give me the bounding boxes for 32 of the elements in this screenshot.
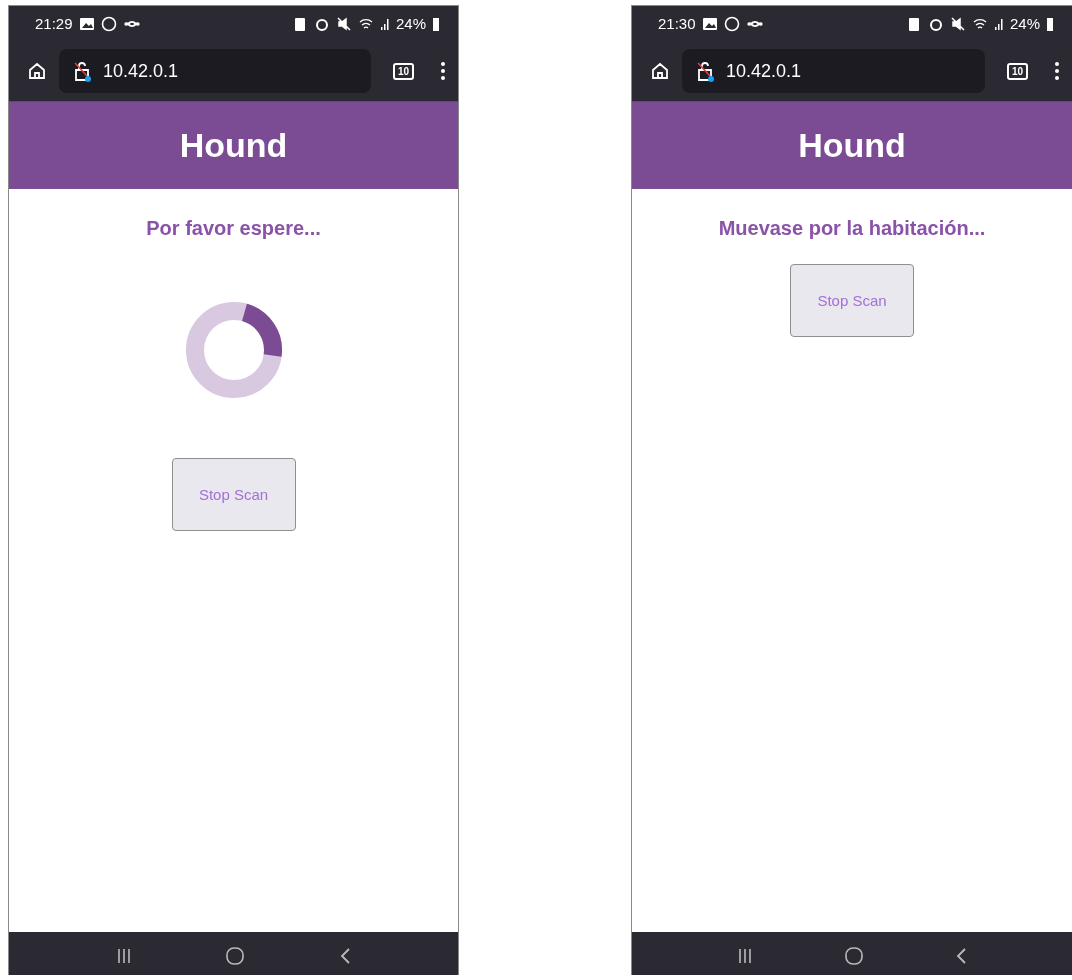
home-button-icon[interactable] [225,946,246,966]
recent-apps-icon[interactable] [115,947,132,965]
url-text: 10.42.0.1 [726,60,802,82]
app-title: Hound [179,126,288,165]
status-time: 21:30 [658,15,696,32]
home-icon[interactable] [27,61,47,81]
unlocked-padlock-icon [71,60,93,82]
mute-icon [949,15,966,32]
gallery-icon [701,15,718,32]
home-icon[interactable] [650,61,670,81]
recent-apps-icon[interactable] [737,947,754,965]
url-text: 10.42.0.1 [103,60,179,82]
battery-percent: 24% [395,15,426,32]
unlocked-padlock-icon [694,60,716,82]
more-menu-icon[interactable] [440,60,446,82]
back-icon[interactable] [339,947,352,965]
app-title: Hound [798,126,906,165]
status-message: Muevase por la habitación... [718,217,986,240]
mute-icon [335,15,352,32]
battery-percent: 24% [1009,15,1040,32]
status-time: 21:29 [35,15,73,32]
status-message: Por favor espere... [146,217,321,240]
battery-icon [1046,15,1054,32]
tab-count-button[interactable]: 10 [392,62,414,80]
gallery-icon [78,15,95,32]
url-bar[interactable]: 10.42.0.1 [682,49,985,93]
home-button-icon[interactable] [844,946,864,966]
more-menu-icon[interactable] [1054,60,1060,82]
battery-icon [432,15,440,32]
back-icon[interactable] [954,947,967,965]
tab-count-button[interactable]: 10 [1006,62,1028,80]
url-bar[interactable]: 10.42.0.1 [59,49,371,93]
